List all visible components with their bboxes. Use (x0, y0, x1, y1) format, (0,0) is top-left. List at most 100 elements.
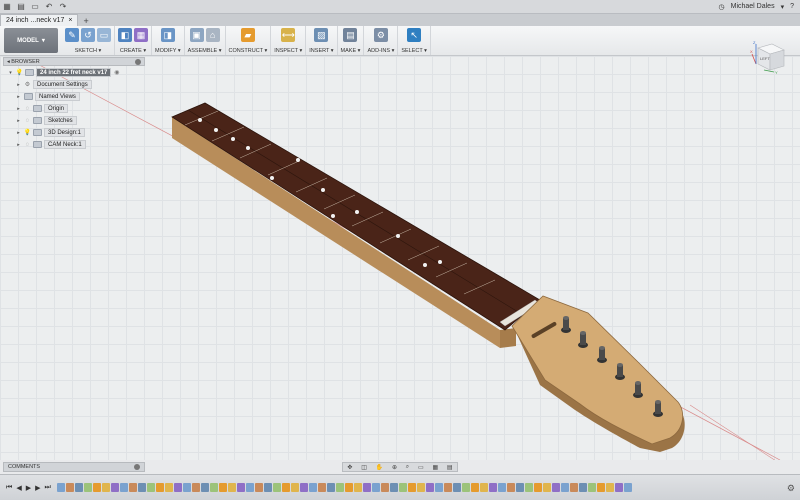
browser-item-document-settings[interactable]: ▸ ⚙ Document Settings (3, 79, 145, 90)
assemble-group[interactable]: ▣ ⌂ ASSEMBLE ▾ (185, 26, 226, 55)
collapse-arrow-icon[interactable]: ▾ (7, 70, 14, 76)
timeline-feature[interactable] (533, 483, 542, 492)
rectangle-icon[interactable]: ▭ (97, 28, 111, 42)
lightbulb-icon[interactable]: ◌ (24, 141, 31, 148)
timeline-feature[interactable] (380, 483, 389, 492)
help-icon[interactable]: ? (790, 3, 794, 10)
display-settings-icon[interactable]: ▭ (418, 464, 424, 471)
step-back-icon[interactable]: ◀ (16, 484, 21, 492)
timeline-feature[interactable] (290, 483, 299, 492)
lightbulb-icon[interactable]: 💡 (24, 129, 31, 136)
timeline-feature[interactable] (488, 483, 497, 492)
workspace-switcher[interactable]: MODEL ▾ (4, 28, 58, 53)
timeline-feature[interactable] (308, 483, 317, 492)
lightbulb-icon[interactable]: ◌ (24, 105, 31, 112)
insert-image-icon[interactable]: ▨ (314, 28, 329, 42)
joint-icon[interactable]: ⌂ (205, 28, 220, 42)
timeline-feature[interactable] (236, 483, 245, 492)
view-cube[interactable]: LEFT X Y Z (750, 40, 788, 75)
document-tab[interactable]: 24 inch ...neck v17 × (0, 14, 79, 26)
timeline-feature[interactable] (542, 483, 551, 492)
browser-header[interactable]: ◂ BROWSER (3, 57, 145, 66)
timeline-feature[interactable] (317, 483, 326, 492)
timeline-feature[interactable] (146, 483, 155, 492)
timeline-feature[interactable] (65, 483, 74, 492)
timeline-feature[interactable] (119, 483, 128, 492)
orbit-icon[interactable]: ✥ (347, 464, 352, 471)
pin-icon[interactable] (135, 58, 141, 65)
offset-plane-icon[interactable]: ▰ (240, 28, 255, 42)
timeline-feature[interactable] (416, 483, 425, 492)
timeline-feature[interactable] (605, 483, 614, 492)
timeline-feature[interactable] (137, 483, 146, 492)
comments-panel[interactable]: COMMENTS (3, 462, 145, 472)
timeline-feature[interactable] (200, 483, 209, 492)
finish-sketch-icon[interactable]: ↺ (81, 28, 95, 42)
timeline-feature[interactable] (173, 483, 182, 492)
save-icon[interactable]: ▭ (28, 1, 42, 13)
timeline-feature[interactable] (578, 483, 587, 492)
undo-icon[interactable]: ↶ (42, 1, 56, 13)
timeline-feature[interactable] (452, 483, 461, 492)
timeline-feature[interactable] (191, 483, 200, 492)
timeline-feature[interactable] (470, 483, 479, 492)
timeline-feature[interactable] (74, 483, 83, 492)
timeline-feature[interactable] (425, 483, 434, 492)
timeline-feature[interactable] (587, 483, 596, 492)
timeline-feature[interactable] (497, 483, 506, 492)
timeline-feature[interactable] (101, 483, 110, 492)
inspect-group[interactable]: ⟷ INSPECT ▾ (271, 26, 307, 55)
gear-icon[interactable]: ⚙ (787, 483, 795, 494)
timeline-feature[interactable] (623, 483, 632, 492)
browser-item-3d-design[interactable]: ▸ 💡 3D Design:1 (3, 127, 145, 138)
timeline-feature[interactable] (299, 483, 308, 492)
expand-arrow-icon[interactable]: ▸ (15, 94, 22, 100)
look-at-icon[interactable]: ◫ (361, 464, 367, 471)
timeline-feature[interactable] (155, 483, 164, 492)
step-forward-icon[interactable]: ▶ (35, 484, 40, 492)
timeline-feature[interactable] (263, 483, 272, 492)
expand-arrow-icon[interactable]: ▸ (15, 106, 22, 112)
timeline-feature[interactable] (407, 483, 416, 492)
new-tab-button[interactable]: + (78, 16, 93, 26)
timeline-feature[interactable] (128, 483, 137, 492)
browser-item-sketches[interactable]: ▸ ◌ Sketches (3, 115, 145, 126)
browser-item-origin[interactable]: ▸ ◌ Origin (3, 103, 145, 114)
timeline-feature[interactable] (443, 483, 452, 492)
timeline-feature[interactable] (515, 483, 524, 492)
timeline-feature[interactable] (83, 483, 92, 492)
browser-item-cam-neck[interactable]: ▸ ◌ CAM Neck:1 (3, 139, 145, 150)
timeline-feature[interactable] (272, 483, 281, 492)
make-group[interactable]: ▤ MAKE ▾ (338, 26, 365, 55)
box-icon[interactable]: ◧ (118, 28, 132, 42)
timeline-feature[interactable] (461, 483, 470, 492)
pin-icon[interactable] (134, 464, 140, 470)
timeline-feature[interactable] (164, 483, 173, 492)
viewports-icon[interactable]: ▤ (447, 464, 453, 471)
fit-icon[interactable]: ⌕ (406, 464, 409, 471)
timeline-feature[interactable] (254, 483, 263, 492)
sketch-group[interactable]: ✎ ↺ ▭ SKETCH ▾ (62, 26, 115, 55)
timeline-feature[interactable] (524, 483, 533, 492)
expand-arrow-icon[interactable]: ▸ (15, 130, 22, 136)
redo-icon[interactable]: ↷ (56, 1, 70, 13)
timeline-feature[interactable] (218, 483, 227, 492)
timeline-feature[interactable] (182, 483, 191, 492)
timeline-feature[interactable] (614, 483, 623, 492)
zoom-icon[interactable]: ⊕ (392, 464, 397, 471)
timeline-feature[interactable] (434, 483, 443, 492)
form-icon[interactable]: ▦ (134, 28, 148, 42)
component-icon[interactable]: ▣ (189, 28, 204, 42)
browser-root-node[interactable]: ▾ 💡 24 inch 22 fret neck v17 ◉ (3, 67, 145, 78)
timeline-feature[interactable] (596, 483, 605, 492)
expand-arrow-icon[interactable]: ▸ (15, 82, 22, 88)
timeline-feature[interactable] (479, 483, 488, 492)
timeline-feature[interactable] (335, 483, 344, 492)
timeline-feature[interactable] (362, 483, 371, 492)
browser-item-named-views[interactable]: ▸ Named Views (3, 91, 145, 102)
timeline-feature[interactable] (110, 483, 119, 492)
timeline-feature[interactable] (245, 483, 254, 492)
expand-arrow-icon[interactable]: ▸ (15, 142, 22, 148)
timeline-feature[interactable] (506, 483, 515, 492)
timeline-feature[interactable] (560, 483, 569, 492)
